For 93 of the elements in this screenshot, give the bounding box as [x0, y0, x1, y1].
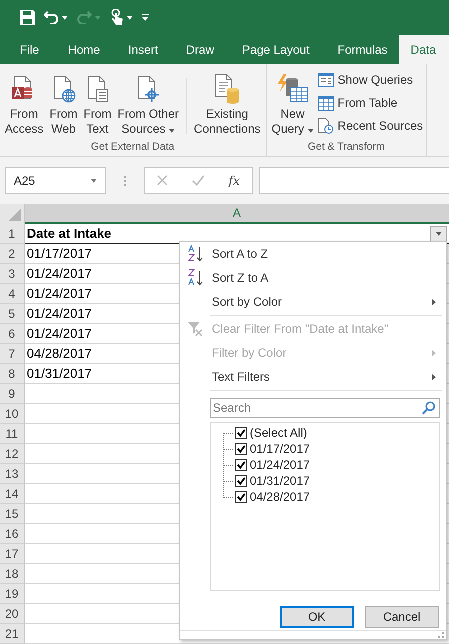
search-field[interactable]: Search [210, 398, 440, 418]
ribbon-tab[interactable]: Draw [169, 35, 226, 64]
save-icon[interactable] [20, 10, 35, 25]
row-header[interactable]: 5 [0, 304, 25, 324]
insert-function-button[interactable]: fx [228, 174, 240, 188]
checkbox[interactable] [235, 459, 247, 471]
checkbox[interactable] [235, 491, 247, 503]
sort-ascending-icon [187, 245, 205, 263]
menu-item[interactable]: Sort by Color [180, 290, 446, 314]
row-header[interactable]: 11 [0, 424, 25, 444]
ribbon-button[interactable]: From Text [82, 70, 114, 141]
table-cell: 04/28/2017 [27, 346, 92, 361]
table-cell: 01/24/2017 [27, 286, 92, 301]
value-label[interactable]: (Select All) [250, 426, 308, 440]
caret-icon [308, 129, 314, 133]
dialog-button[interactable]: Cancel [365, 606, 439, 628]
sort-descending-icon [187, 269, 205, 287]
formula-field[interactable] [259, 167, 449, 194]
name-box[interactable]: A25 [5, 167, 106, 194]
table-cell: 01/24/2017 [27, 266, 92, 281]
ribbon-tab[interactable]: Formulas [320, 35, 399, 64]
value-label[interactable]: 01/24/2017 [250, 458, 310, 472]
ribbon-tab[interactable]: File [0, 35, 52, 64]
row-header[interactable]: 13 [0, 464, 25, 484]
row-header[interactable]: 19 [0, 584, 25, 604]
caret-icon [169, 129, 176, 133]
filter-button[interactable] [430, 226, 447, 242]
submenu-arrow-icon [432, 374, 436, 380]
caret-icon [62, 16, 68, 20]
row-header[interactable]: 14 [0, 484, 25, 504]
ribbon-button[interactable]: Recent Sources [318, 116, 424, 136]
row-header[interactable]: 4 [0, 284, 25, 304]
clear-filter-icon [187, 320, 205, 338]
row-header[interactable]: 1 [0, 224, 25, 244]
row-header[interactable]: 3 [0, 264, 25, 284]
value-label[interactable]: 04/28/2017 [250, 490, 310, 504]
column-header[interactable]: A [25, 204, 449, 224]
group-label: Get & Transform [306, 141, 386, 155]
row-header[interactable]: 21 [0, 624, 25, 644]
row-header[interactable]: 2 [0, 244, 25, 264]
checkmark-icon[interactable] [192, 175, 205, 186]
row-header[interactable]: 16 [0, 524, 25, 544]
undo-icon[interactable] [44, 11, 59, 24]
group-label: Get External Data [90, 141, 176, 155]
row-header[interactable]: 12 [0, 444, 25, 464]
ribbon-button[interactable]: From Other Sources [116, 70, 182, 141]
ribbon-button[interactable]: From Web [48, 70, 80, 141]
table-cell: 01/17/2017 [27, 246, 92, 261]
row-header[interactable]: 7 [0, 344, 25, 364]
clock-document-icon [318, 118, 334, 134]
ribbon-button[interactable]: Existing Connections [192, 70, 263, 141]
ribbon-button[interactable]: From Table [318, 93, 424, 113]
row-header[interactable]: 17 [0, 544, 25, 564]
ribbon-button[interactable]: From Access [3, 70, 46, 141]
value-label[interactable]: 01/17/2017 [250, 442, 310, 456]
menu-item[interactable]: Sort Z to A [180, 266, 446, 290]
ribbon-button[interactable]: Show Queries [318, 70, 424, 90]
ribbon-button[interactable]: New Query [270, 70, 316, 141]
dialog-button[interactable]: OK [280, 606, 354, 628]
caret-icon [436, 232, 442, 236]
search-icon [422, 401, 436, 415]
table-cell: 01/24/2017 [27, 306, 92, 321]
row-header[interactable]: 9 [0, 384, 25, 404]
submenu-arrow-icon [432, 350, 436, 356]
table-icon [318, 96, 334, 110]
ribbon-tab[interactable]: Page Layout [225, 35, 321, 64]
row-header[interactable]: 6 [0, 324, 25, 344]
row-header[interactable]: 20 [0, 604, 25, 624]
row-header[interactable]: 8 [0, 364, 25, 384]
submenu-arrow-icon [432, 298, 436, 306]
value-label[interactable]: 01/31/2017 [250, 474, 310, 488]
table-cell: 01/31/2017 [27, 366, 92, 381]
query-table-icon [276, 74, 310, 104]
row-header[interactable]: 10 [0, 404, 25, 424]
queries-pane-icon [318, 73, 334, 87]
checkbox[interactable] [235, 427, 247, 439]
checkbox[interactable] [235, 475, 247, 487]
customize-toolbar-icon[interactable] [142, 14, 149, 21]
touch-mode-icon[interactable] [110, 9, 124, 26]
caret-icon [127, 16, 133, 20]
ribbon-tab[interactable]: Insert [111, 35, 170, 64]
menu-item[interactable]: Text Filters [180, 365, 446, 389]
resize-grip-icon[interactable] [437, 631, 444, 638]
row-header[interactable]: 18 [0, 564, 25, 584]
table-cell: Date at Intake [27, 226, 112, 241]
caret-icon [91, 178, 97, 182]
table-cell: 01/24/2017 [27, 326, 92, 341]
row-header[interactable]: 15 [0, 504, 25, 524]
ribbon-tab[interactable]: Home [51, 35, 112, 64]
checkbox[interactable] [235, 443, 247, 455]
caret-icon [95, 16, 101, 20]
ribbon-tab[interactable]: Data [398, 35, 449, 64]
menu-item[interactable]: Sort A to Z [180, 242, 446, 266]
